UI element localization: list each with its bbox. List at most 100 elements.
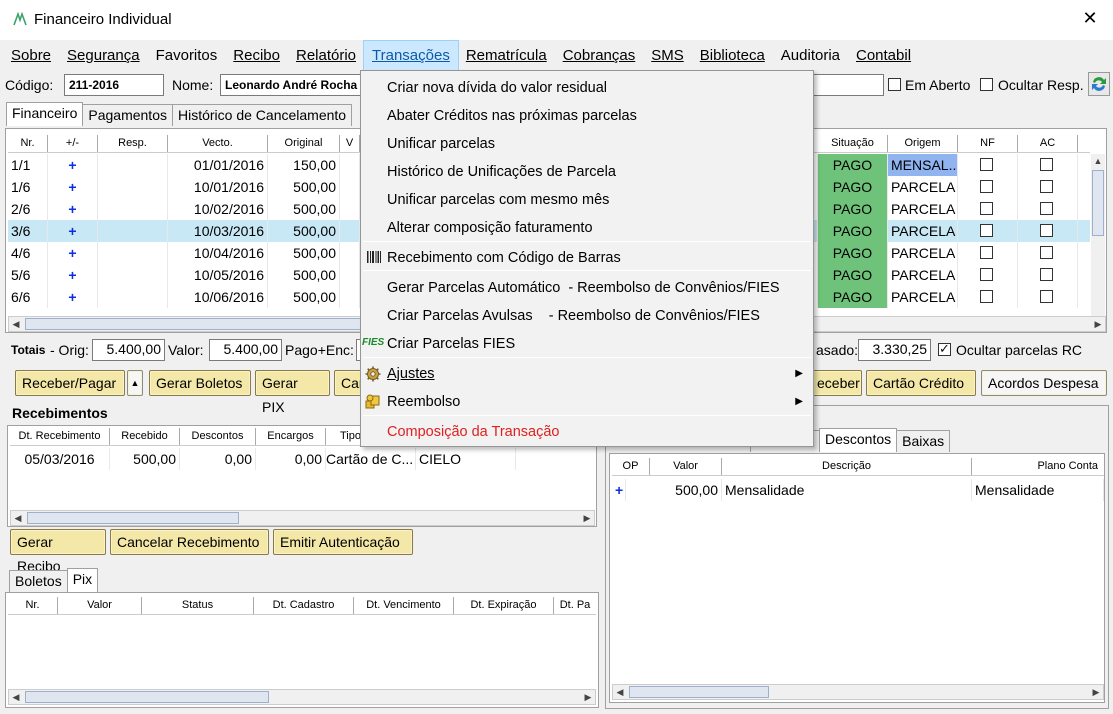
ac-checkbox[interactable] xyxy=(1040,246,1053,259)
col-ac[interactable]: AC xyxy=(1018,135,1078,152)
menu-relatorio[interactable]: Relatório xyxy=(288,41,364,70)
ac-checkbox[interactable] xyxy=(1040,180,1053,193)
recebimentos-hscroll[interactable]: ◀ ▶ xyxy=(10,510,595,526)
codigo-field[interactable]: 211-2016 xyxy=(64,74,164,96)
col-nf[interactable]: NF xyxy=(958,135,1018,152)
col-encargos[interactable]: Encargos xyxy=(256,428,326,445)
em-aberto-checkbox[interactable] xyxy=(888,78,901,91)
scroll-left-icon[interactable]: ◀ xyxy=(9,317,23,331)
scroll-right-icon[interactable]: ▶ xyxy=(580,511,594,525)
col-vecto[interactable]: Vecto. xyxy=(168,135,268,152)
nf-checkbox[interactable] xyxy=(980,246,993,259)
tab-financeiro[interactable]: Financeiro xyxy=(6,102,84,126)
hscroll-thumb[interactable] xyxy=(27,512,239,524)
ocultar-resp-checkbox[interactable] xyxy=(980,78,993,91)
tab-baixas[interactable]: Baixas xyxy=(896,430,951,452)
lancamentos-hscroll[interactable]: ◀ ▶ xyxy=(612,684,1104,700)
ac-checkbox[interactable] xyxy=(1040,158,1053,171)
menu-item-historico-unificacoes[interactable]: Histórico de Unificações de Parcela xyxy=(387,164,616,180)
col-valor[interactable]: Valor xyxy=(650,458,722,475)
col-dt-recebimento[interactable]: Dt. Recebimento xyxy=(10,428,110,445)
plus-icon[interactable]: + xyxy=(48,220,98,242)
nf-checkbox[interactable] xyxy=(980,202,993,215)
cancelar-recebimento-button[interactable]: Cancelar Recebimento xyxy=(110,529,269,555)
col-plano-conta[interactable]: Plano Conta xyxy=(972,458,1104,475)
tab-pagamentos[interactable]: Pagamentos xyxy=(82,104,173,126)
scroll-left-icon[interactable]: ◀ xyxy=(9,690,23,704)
receber-pagar-button[interactable]: Receber/Pagar xyxy=(15,370,125,396)
menu-item-unificar-mesmo-mes[interactable]: Unificar parcelas com mesmo mês xyxy=(387,192,609,208)
scroll-left-icon[interactable]: ◀ xyxy=(11,511,25,525)
ac-checkbox[interactable] xyxy=(1040,290,1053,303)
tab-pix[interactable]: Pix xyxy=(66,568,99,592)
cartao-button-partial[interactable]: Car xyxy=(334,370,364,396)
col-dt-pagamento[interactable]: Dt. Pa xyxy=(554,597,596,614)
col-recebido[interactable]: Recebido xyxy=(110,428,180,445)
menu-cobrancas[interactable]: Cobranças xyxy=(555,41,644,70)
menu-item-reembolso[interactable]: Reembolso xyxy=(387,394,460,410)
scroll-up-icon[interactable]: ▲ xyxy=(1091,154,1105,168)
menu-item-gerar-parcelas-automatico[interactable]: Gerar Parcelas Automático - Reembolso de… xyxy=(387,280,779,296)
menu-item-ajustes[interactable]: Ajustes xyxy=(387,366,435,382)
menu-biblioteca[interactable]: Biblioteca xyxy=(692,41,773,70)
nf-checkbox[interactable] xyxy=(980,290,993,303)
pix-hscroll[interactable]: ◀ ▶ xyxy=(8,689,596,705)
menu-seguranca[interactable]: Segurança xyxy=(59,41,148,70)
plus-icon[interactable]: + xyxy=(48,286,98,308)
menu-sobre[interactable]: Sobre xyxy=(3,41,59,70)
menu-item-criar-parcelas-avulsas[interactable]: Criar Parcelas Avulsas - Reembolso de Co… xyxy=(387,308,760,324)
menu-transacoes[interactable]: Transações xyxy=(363,40,459,71)
col-dt-cadastro[interactable]: Dt. Cadastro xyxy=(254,597,354,614)
recebimento-row[interactable]: 05/03/2016 500,00 0,00 0,00 Cartão de C.… xyxy=(10,448,595,470)
plus-icon[interactable]: + xyxy=(48,264,98,286)
menu-contabil[interactable]: Contabil xyxy=(848,41,919,70)
menu-item-composicao-transacao[interactable]: Composição da Transação xyxy=(387,424,560,440)
nf-checkbox[interactable] xyxy=(980,224,993,237)
col-resp[interactable]: Resp. xyxy=(98,135,168,152)
menu-auditoria[interactable]: Auditoria xyxy=(773,41,848,70)
nf-checkbox[interactable] xyxy=(980,268,993,281)
col-nr[interactable]: Nr. xyxy=(8,135,48,152)
acordos-despesa-button[interactable]: Acordos Despesa xyxy=(981,370,1107,396)
receber-dropdown-icon[interactable]: ▲ xyxy=(127,370,143,396)
valor-total-field[interactable]: 5.400,00 xyxy=(209,339,282,361)
menu-item-recebimento-codigo-barras[interactable]: Recebimento com Código de Barras xyxy=(387,250,621,266)
gerar-pix-button[interactable]: Gerar PIX xyxy=(255,370,330,415)
plus-icon[interactable]: + xyxy=(48,242,98,264)
col-nr[interactable]: Nr. xyxy=(8,597,58,614)
tab-historico-cancelamento[interactable]: Histórico de Cancelamento xyxy=(171,104,353,126)
scroll-right-icon[interactable]: ▶ xyxy=(581,690,595,704)
scroll-right-icon[interactable]: ▶ xyxy=(1089,685,1103,699)
emitir-autenticacao-button[interactable]: Emitir Autenticação xyxy=(273,529,413,555)
menu-item-unificar-parcelas[interactable]: Unificar parcelas xyxy=(387,136,495,152)
col-original[interactable]: Original xyxy=(268,135,340,152)
orig-total-field[interactable]: 5.400,00 xyxy=(92,339,165,361)
menu-item-criar-parcelas-fies[interactable]: Criar Parcelas FIES xyxy=(387,336,515,352)
tab-descontos[interactable]: Descontos xyxy=(819,428,898,452)
col-dt-vencimento[interactable]: Dt. Vencimento xyxy=(354,597,454,614)
col-descricao[interactable]: Descrição xyxy=(722,458,972,475)
col-origem[interactable]: Origem xyxy=(888,135,958,152)
col-situacao[interactable]: Situação xyxy=(818,135,888,152)
menu-item-criar-divida-residual[interactable]: Criar nova dívida do valor residual xyxy=(387,80,607,96)
nf-checkbox[interactable] xyxy=(980,158,993,171)
pasado-field[interactable]: 3.330,25 xyxy=(858,339,931,361)
plus-icon[interactable]: + xyxy=(612,479,626,501)
menu-item-abater-creditos[interactable]: Abater Créditos nas próximas parcelas xyxy=(387,108,637,124)
menu-favoritos[interactable]: Favoritos xyxy=(148,41,226,70)
refresh-icon[interactable] xyxy=(1088,72,1110,96)
gerar-boletos-button[interactable]: Gerar Boletos xyxy=(149,370,251,396)
receber-button-partial[interactable]: eceber xyxy=(810,370,862,396)
col-status[interactable]: Status xyxy=(142,597,254,614)
ac-checkbox[interactable] xyxy=(1040,224,1053,237)
col-sign[interactable]: +/- xyxy=(48,135,98,152)
gerar-recibo-button[interactable]: Gerar Recibo xyxy=(10,529,106,574)
tab-boletos[interactable]: Boletos xyxy=(9,570,68,592)
menu-sms[interactable]: SMS xyxy=(643,41,692,70)
ac-checkbox[interactable] xyxy=(1040,268,1053,281)
col-valor[interactable]: Valor xyxy=(58,597,142,614)
hscroll-thumb[interactable] xyxy=(629,686,769,698)
nf-checkbox[interactable] xyxy=(980,180,993,193)
hscroll-thumb[interactable] xyxy=(25,691,269,703)
col-descontos[interactable]: Descontos xyxy=(180,428,256,445)
